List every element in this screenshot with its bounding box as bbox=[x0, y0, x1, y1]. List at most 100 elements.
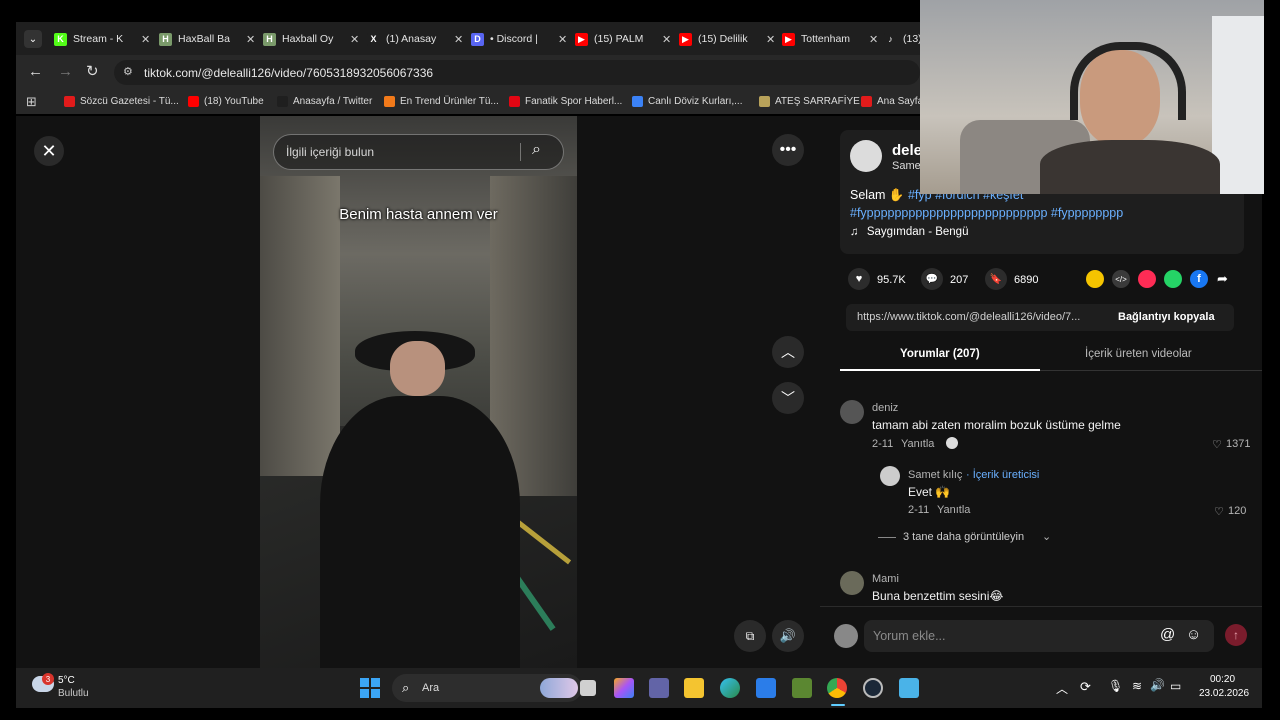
share-arrow-icon[interactable]: ➦ bbox=[1217, 271, 1228, 287]
tray-overflow-icon[interactable]: ︿ bbox=[1056, 680, 1068, 697]
more-options-icon[interactable]: ••• bbox=[772, 134, 804, 166]
bookmark-label: En Trend Ürünler Tü... bbox=[400, 96, 499, 107]
repost-icon[interactable] bbox=[1086, 270, 1104, 288]
sync-icon[interactable]: ⟳ bbox=[1080, 679, 1091, 695]
tab-comments[interactable]: Yorumlar (207) bbox=[900, 348, 980, 360]
browser-tab[interactable]: ▶ (15) PALM ✕ bbox=[575, 28, 671, 50]
browser-tab[interactable]: ♪ (13) bbox=[884, 28, 920, 50]
comment-like-icon[interactable]: ♡ bbox=[1212, 438, 1222, 451]
emoji-icon[interactable]: ☺ bbox=[1186, 626, 1201, 643]
browser-tab[interactable]: X (1) Anasay ✕ bbox=[367, 28, 463, 50]
comment-user[interactable]: Mami bbox=[872, 573, 899, 585]
avatar[interactable] bbox=[850, 140, 882, 172]
next-video-button[interactable]: ﹀ bbox=[772, 382, 804, 414]
bookmark-item[interactable]: En Trend Ürünler Tü... bbox=[384, 96, 499, 107]
comment-avatar[interactable] bbox=[840, 400, 864, 424]
copilot-icon[interactable] bbox=[614, 678, 634, 698]
floating-player-icon[interactable]: ⧉ bbox=[734, 620, 766, 652]
previous-video-button[interactable]: ︿ bbox=[772, 336, 804, 368]
whatsapp-icon[interactable] bbox=[1164, 270, 1182, 288]
bookmark-item[interactable]: ATEŞ SARRAFİYE bbox=[759, 96, 860, 107]
like-button[interactable]: ♥ bbox=[848, 268, 870, 290]
file-explorer-icon[interactable] bbox=[684, 678, 704, 698]
hashtag-link-fyp-long[interactable]: #fypppppppppppppppppppppppppp bbox=[850, 206, 1047, 220]
hashtag-link-fyp[interactable]: #fypppppppp bbox=[1051, 206, 1123, 220]
tab-close-icon[interactable]: ✕ bbox=[246, 33, 255, 46]
post-comment-button[interactable]: ↑ bbox=[1225, 624, 1247, 646]
copy-link-button[interactable]: Bağlantıyı kopyala bbox=[1118, 311, 1215, 323]
browser-tab[interactable]: ▶ (15) Delilik ✕ bbox=[679, 28, 775, 50]
bookmark-item[interactable]: (18) YouTube bbox=[188, 96, 264, 107]
facebook-icon[interactable]: f bbox=[1190, 270, 1208, 288]
close-icon[interactable]: ✕ bbox=[34, 136, 64, 166]
bookmark-item[interactable]: Sözcü Gazetesi - Tü... bbox=[64, 96, 179, 107]
reload-icon[interactable]: ↻ bbox=[86, 62, 99, 80]
video-player[interactable]: İlgili içeriği bulun ⌕ Benim hasta annem… bbox=[260, 116, 577, 668]
address-bar[interactable]: ⚙ tiktok.com/@delealli126/video/76053189… bbox=[114, 60, 920, 85]
microphone-icon[interactable]: 🎙 bbox=[1108, 679, 1123, 693]
clock-time[interactable]: 00:20 bbox=[1210, 674, 1235, 685]
tab-close-icon[interactable]: ✕ bbox=[141, 33, 150, 46]
forward-icon[interactable]: → bbox=[58, 63, 73, 80]
tab-search-button[interactable]: ⌄ bbox=[24, 30, 42, 48]
apps-grid-icon[interactable]: ⊞ bbox=[26, 94, 37, 110]
task-view-icon[interactable] bbox=[580, 680, 596, 696]
search-box[interactable]: İlgili içeriği bulun ⌕ bbox=[273, 134, 564, 170]
wifi-icon[interactable]: ≋ bbox=[1132, 679, 1142, 693]
bookmark-item[interactable]: Ana Sayfa bbox=[861, 96, 923, 107]
tab-favicon: H bbox=[263, 32, 276, 46]
comment-input-placeholder: Yorum ekle... bbox=[873, 629, 946, 643]
bookmark-favicon bbox=[632, 96, 643, 107]
share-link-text[interactable]: https://www.tiktok.com/@delealli126/vide… bbox=[857, 311, 1080, 323]
chevron-down-icon[interactable]: ⌄ bbox=[1042, 530, 1051, 543]
tab-close-icon[interactable]: ✕ bbox=[558, 33, 567, 46]
reply-link[interactable]: Yanıtla bbox=[901, 438, 934, 450]
tab-close-icon[interactable]: ✕ bbox=[350, 33, 359, 46]
search-icon[interactable]: ⌕ bbox=[532, 141, 541, 159]
reply-avatar[interactable] bbox=[880, 466, 900, 486]
chrome-icon[interactable] bbox=[827, 678, 847, 698]
speaker-icon[interactable]: 🔊 bbox=[1150, 678, 1165, 692]
tab-creator-videos[interactable]: İçerik üreten videolar bbox=[1085, 348, 1192, 360]
view-more-replies[interactable]: 3 tane daha görüntüleyin bbox=[903, 531, 1024, 543]
embed-icon[interactable]: </> bbox=[1112, 270, 1130, 288]
comment-date: 2-11 bbox=[872, 438, 894, 450]
volume-icon[interactable]: 🔊 bbox=[772, 620, 804, 652]
bookmark-item[interactable]: Canlı Döviz Kurları,... bbox=[632, 96, 742, 107]
send-to-friends-icon[interactable] bbox=[1138, 270, 1156, 288]
bookmark-item[interactable]: Anasayfa / Twitter bbox=[277, 96, 372, 107]
browser-tab[interactable]: H Haxball Oy ✕ bbox=[263, 28, 359, 50]
browser-tab[interactable]: ▶ Tottenham ✕ bbox=[782, 28, 878, 50]
reply-like-icon[interactable]: ♡ bbox=[1214, 505, 1224, 518]
comment-user[interactable]: deniz bbox=[872, 402, 898, 414]
battery-icon[interactable]: ▭ bbox=[1170, 679, 1181, 693]
browser-tab[interactable]: H HaxBall Ba ✕ bbox=[159, 28, 255, 50]
comment-avatar[interactable] bbox=[840, 571, 864, 595]
tab-close-icon[interactable]: ✕ bbox=[869, 33, 878, 46]
mention-icon[interactable]: @ bbox=[1160, 626, 1175, 643]
site-info-icon[interactable]: ⚙ bbox=[123, 65, 133, 78]
back-icon[interactable]: ← bbox=[28, 63, 43, 80]
tab-close-icon[interactable]: ✕ bbox=[662, 33, 671, 46]
edge-icon[interactable] bbox=[720, 678, 740, 698]
comment-input[interactable]: Yorum ekle... @ ☺ bbox=[864, 620, 1214, 652]
notepad-icon[interactable] bbox=[899, 678, 919, 698]
browser-tab[interactable]: K Stream - K ✕ bbox=[54, 28, 150, 50]
store-icon[interactable] bbox=[756, 678, 776, 698]
reply-reply-link[interactable]: Yanıtla bbox=[937, 504, 970, 516]
start-button[interactable] bbox=[360, 678, 380, 698]
author-name[interactable]: dele bbox=[892, 142, 922, 159]
taskbar-search[interactable]: ⌕ Ara bbox=[392, 674, 582, 702]
steam-icon[interactable] bbox=[863, 678, 883, 698]
teams-icon[interactable] bbox=[649, 678, 669, 698]
minecraft-icon[interactable] bbox=[792, 678, 812, 698]
bookmark-item[interactable]: Fanatik Spor Haberl... bbox=[509, 96, 622, 107]
clock-date[interactable]: 23.02.2026 bbox=[1199, 688, 1249, 699]
tab-close-icon[interactable]: ✕ bbox=[454, 33, 463, 46]
reply-user[interactable]: Samet kılıç bbox=[908, 469, 962, 481]
save-button[interactable]: 🔖 bbox=[985, 268, 1007, 290]
tab-close-icon[interactable]: ✕ bbox=[766, 33, 775, 46]
music-row[interactable]: ♫ Saygımdan - Bengü bbox=[850, 226, 968, 238]
browser-tab[interactable]: D • Discord | ✕ bbox=[471, 28, 567, 50]
comment-button[interactable]: 💬 bbox=[921, 268, 943, 290]
